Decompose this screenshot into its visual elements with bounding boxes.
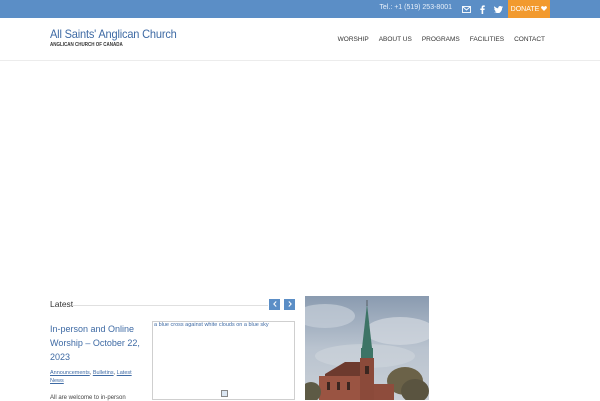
nav-item-programs[interactable]: PROGRAMS — [417, 36, 465, 43]
donate-label: DONATE — [510, 5, 540, 13]
facebook-icon[interactable] — [476, 3, 488, 15]
latest-heading: Latest — [50, 299, 74, 309]
post-title-link[interactable]: In-person and Online Worship – October 2… — [50, 322, 140, 364]
nav-item-facilities[interactable]: FACILITIES — [465, 36, 509, 43]
site-header: All Saints' Anglican Church ANGLICAN CHU… — [0, 18, 600, 61]
nav-item-worship[interactable]: WORSHIP — [333, 36, 374, 43]
site-title[interactable]: All Saints' Anglican Church — [50, 27, 177, 41]
post-categories: Announcements, Bulletins, Latest News — [50, 370, 132, 384]
post-excerpt: All are welcome to in-person — [50, 395, 126, 401]
top-bar: Tel.: +1 (519) 253-8001 DONATE — [0, 0, 600, 18]
phone-number[interactable]: Tel.: +1 (519) 253-8001 — [379, 4, 452, 11]
next-button[interactable] — [284, 299, 295, 310]
image-alt-text: a blue cross against white clouds on a b… — [154, 322, 269, 328]
divider — [72, 305, 268, 306]
donate-button[interactable]: DONATE — [508, 0, 550, 18]
site-subtitle: ANGLICAN CHURCH OF CANADA — [50, 42, 123, 48]
church-photo[interactable] — [305, 296, 429, 400]
nav-item-contact[interactable]: CONTACT — [509, 36, 550, 43]
previous-button[interactable] — [269, 299, 280, 310]
chevron-right-icon — [287, 300, 292, 309]
main-nav: WORSHIP ABOUT US PROGRAMS FACILITIES CON… — [333, 36, 550, 43]
hero-area — [0, 62, 600, 292]
heart-icon — [541, 5, 548, 13]
twitter-icon[interactable] — [492, 3, 504, 15]
mail-icon[interactable] — [460, 3, 472, 15]
category-link[interactable]: Bulletins — [93, 370, 114, 376]
post-image[interactable]: a blue cross against white clouds on a b… — [152, 321, 295, 400]
broken-image-icon — [221, 390, 228, 397]
nav-item-about-us[interactable]: ABOUT US — [374, 36, 417, 43]
category-link[interactable]: Announcements — [50, 370, 90, 376]
chevron-left-icon — [272, 300, 277, 309]
